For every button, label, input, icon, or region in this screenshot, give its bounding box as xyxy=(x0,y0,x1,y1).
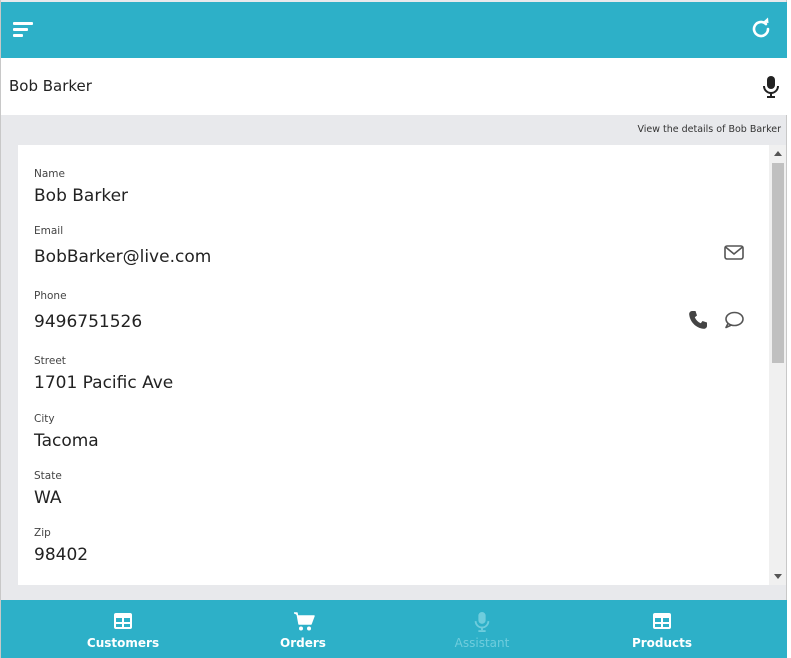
email-value: BobBarker@live.com xyxy=(34,247,212,267)
name-field: Name Bob Barker xyxy=(34,168,128,206)
title-bar: Bob Barker xyxy=(1,58,787,115)
nav-assistant[interactable]: Assistant xyxy=(392,600,572,658)
zip-value: 98402 xyxy=(34,545,89,565)
name-label: Name xyxy=(34,168,65,180)
hamburger-menu-icon[interactable] xyxy=(13,22,35,40)
nav-orders[interactable]: Orders xyxy=(213,600,393,658)
nav-customers[interactable]: Customers xyxy=(33,600,213,658)
city-label: City xyxy=(34,413,55,425)
street-label: Street xyxy=(34,355,66,367)
nav-products-label: Products xyxy=(631,636,693,650)
nav-orders-label: Orders xyxy=(280,636,326,650)
cart-icon xyxy=(293,612,315,632)
street-value: 1701 Pacific Ave xyxy=(34,373,174,393)
table-icon xyxy=(652,612,672,632)
city-value: Tacoma xyxy=(34,431,99,451)
customer-title: Bob Barker xyxy=(9,77,92,95)
email-field: Email BobBarker@live.com xyxy=(34,225,211,267)
phone-value: 9496751526 xyxy=(34,312,143,332)
table-icon xyxy=(113,612,133,632)
phone-label: Phone xyxy=(34,290,67,302)
state-value: WA xyxy=(34,488,62,508)
bottom-navigation: Customers Orders Assistant Products xyxy=(1,600,787,658)
nav-assistant-label: Assistant xyxy=(454,636,510,650)
state-label: State xyxy=(34,470,62,482)
nav-products[interactable]: Products xyxy=(572,600,752,658)
microphone-icon[interactable] xyxy=(763,76,779,98)
street-field: Street 1701 Pacific Ave xyxy=(34,355,173,393)
customer-details-card: Name Bob Barker Email BobBarker@live.com… xyxy=(18,145,786,585)
refresh-icon[interactable] xyxy=(749,17,773,41)
state-field: State WA xyxy=(34,470,62,508)
phone-call-icon[interactable] xyxy=(688,310,710,332)
app-window: Bob Barker View the details of Bob Barke… xyxy=(0,0,787,658)
scroll-thumb[interactable] xyxy=(772,163,784,363)
nav-customers-label: Customers xyxy=(86,636,160,650)
chat-bubble-icon[interactable] xyxy=(724,311,746,333)
zip-label: Zip xyxy=(34,527,51,539)
phone-field: Phone 9496751526 xyxy=(34,290,142,332)
scroll-up-arrow-icon[interactable] xyxy=(774,151,782,156)
details-hint: View the details of Bob Barker xyxy=(637,124,781,135)
city-field: City Tacoma xyxy=(34,413,99,451)
scroll-down-arrow-icon[interactable] xyxy=(774,574,782,579)
email-label: Email xyxy=(34,225,64,237)
microphone-icon xyxy=(472,612,492,632)
zip-field: Zip 98402 xyxy=(34,527,88,565)
envelope-icon[interactable] xyxy=(724,245,746,267)
name-value: Bob Barker xyxy=(34,186,129,206)
header-bar xyxy=(1,2,787,58)
vertical-scrollbar[interactable] xyxy=(769,145,786,585)
